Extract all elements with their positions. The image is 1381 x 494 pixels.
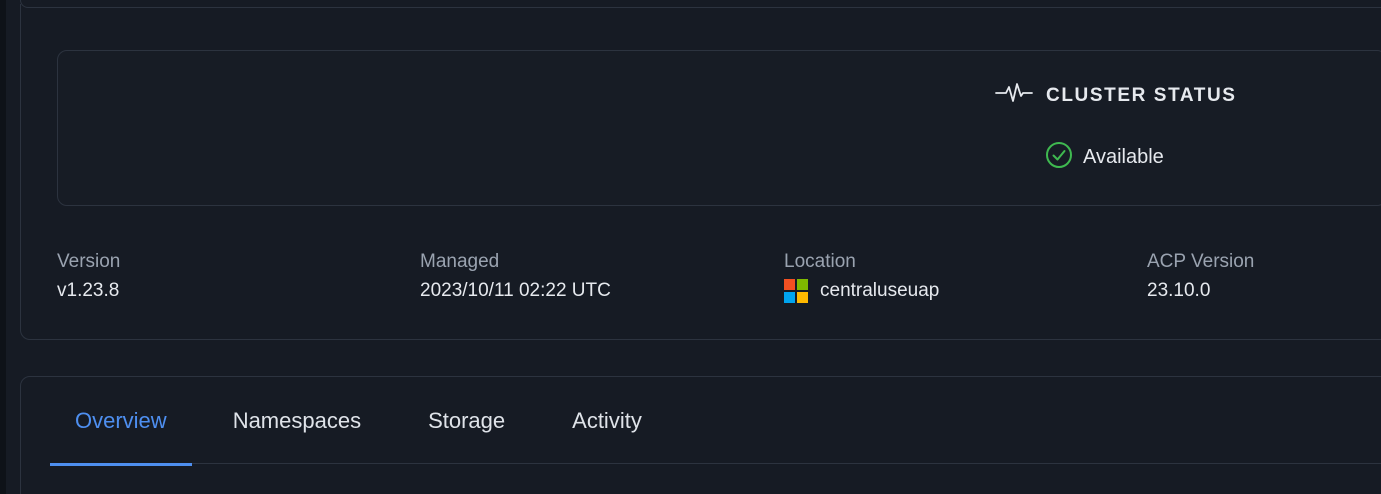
cluster-status-text: Available [1083,146,1164,168]
tab-overview[interactable]: Overview [50,398,192,466]
version-field: Version v1.23.8 [57,250,120,303]
left-border [0,0,6,494]
check-circle-icon [1045,141,1073,174]
location-value: centraluseuap [820,280,940,301]
activity-pulse-icon [994,82,1034,109]
managed-value: 2023/10/11 02:22 UTC [420,280,611,301]
location-value-row: centraluseuap [784,279,939,303]
microsoft-logo-icon [784,279,808,303]
tab-bar: Overview Namespaces Storage Activity [50,398,1381,466]
tab-storage[interactable]: Storage [428,398,505,464]
location-label: Location [784,251,856,272]
managed-field: Managed 2023/10/11 02:22 UTC [420,250,611,303]
tab-activity[interactable]: Activity [572,398,642,464]
tab-namespaces[interactable]: Namespaces [233,398,361,464]
cluster-status-title: CLUSTER STATUS [1046,84,1237,106]
cluster-status-panel [57,50,1381,206]
cluster-status-heading: CLUSTER STATUS [994,82,1237,109]
version-value: v1.23.8 [57,280,120,301]
cluster-detail-page: CLUSTER STATUS Available Version v1.23.8… [0,0,1381,494]
location-field: Location centraluseuap [784,250,939,303]
acp-version-value: 23.10.0 [1147,280,1211,301]
acp-version-label: ACP Version [1147,251,1255,272]
version-label: Version [57,251,121,272]
acp-version-field: ACP Version 23.10.0 [1147,250,1254,303]
cluster-status-value: Available [1045,141,1164,174]
managed-label: Managed [420,251,500,272]
